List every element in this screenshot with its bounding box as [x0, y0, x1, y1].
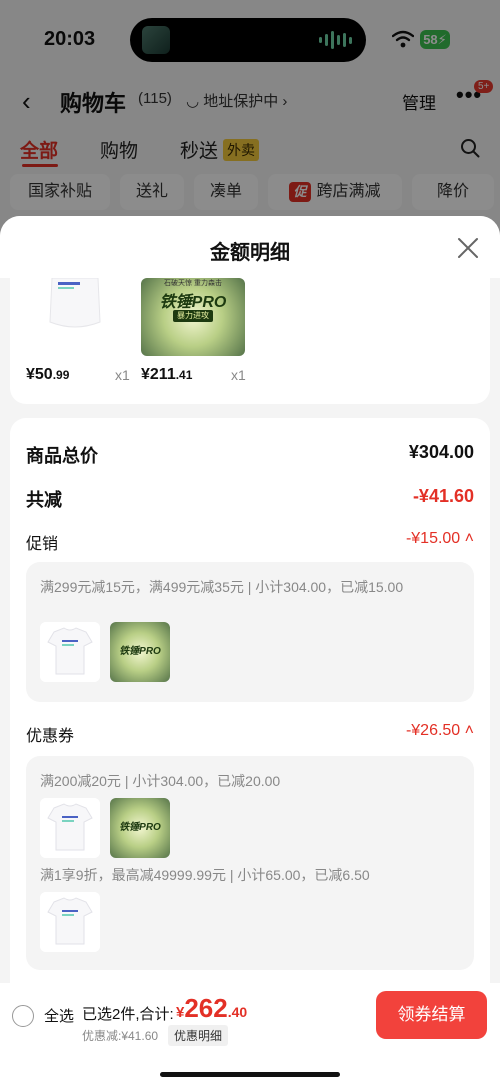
- product-image-shirt[interactable]: [46, 278, 104, 340]
- manage-button[interactable]: 管理: [402, 89, 436, 114]
- coupon-label: 优惠券: [26, 728, 75, 745]
- chip-cross-store-discount[interactable]: 促跨店满减: [268, 174, 402, 210]
- promo-detail-box: 满299元减15元，满499元减35元 | 小计304.00，已减15.00 铁…: [26, 562, 474, 702]
- goods-total-value: ¥304.00: [408, 442, 474, 462]
- chip-gift[interactable]: 送礼: [120, 174, 184, 210]
- coupon-detail-text-1: 满200减20元 | 小计304.00，已减20.00: [40, 773, 281, 789]
- racket-label-line3: 暴力进攻: [173, 310, 213, 322]
- discount-detail-button[interactable]: 优惠明细: [168, 1025, 229, 1046]
- message-badge: 5+: [474, 80, 494, 93]
- app-root: 20:03 58⚡ ‹ 购物车 (115) ◡ 地址保护中 › 管理 ••• 5…: [0, 0, 500, 1087]
- tab-active-underline: [22, 164, 58, 167]
- coupon-thumb-racket: 铁锤PRO: [110, 798, 170, 858]
- promo-toggle[interactable]: -¥15.00 ˄: [406, 530, 474, 548]
- product-price-1-decimal: .99: [52, 368, 70, 382]
- back-arrow-icon[interactable]: ‹: [22, 86, 31, 117]
- total-integer: 262: [184, 993, 228, 1023]
- address-protect-label: 地址保护中 ›: [203, 93, 288, 110]
- coupon-detail-text-2: 满1享9折，最高减49999.99元 | 小计65.00，已减6.50: [40, 867, 370, 883]
- total-reduce-value: -¥41.60: [412, 486, 474, 506]
- cart-nav-bar: ‹ 购物车 (115) ◡ 地址保护中 › 管理 ••• 5+: [0, 80, 500, 120]
- shirt-icon: [40, 622, 100, 682]
- battery-indicator: 58⚡: [420, 30, 450, 49]
- checkout-button[interactable]: 领券结算: [376, 991, 487, 1039]
- chip-national-subsidy[interactable]: 国家补贴: [10, 174, 110, 210]
- audio-wave-icon: [319, 31, 352, 49]
- promo-thumb-shirt: [40, 622, 100, 682]
- close-icon[interactable]: [456, 236, 480, 260]
- select-all-label[interactable]: 全选: [44, 1005, 74, 1026]
- home-indicator: [160, 1072, 340, 1077]
- product-qty-2: x1: [231, 367, 246, 383]
- product-price-1-main: ¥50: [26, 366, 53, 383]
- wifi-icon: [392, 30, 414, 48]
- sheet-title: 金额明细: [210, 242, 290, 264]
- racket-label-line2: 铁锤PRO: [159, 294, 227, 311]
- coupon-detail-box: 满200减20元 | 小计304.00，已减20.00 铁锤PRO 满1享9折，…: [26, 756, 474, 970]
- select-all-checkbox[interactable]: [12, 1005, 34, 1027]
- product-qty-1: x1: [115, 367, 130, 383]
- promo-detail-text: 满299元减15元，满499元减35元 | 小计304.00，已减15.00: [40, 579, 404, 595]
- coupon-thumb-shirt-2: [40, 892, 100, 952]
- amount-detail-sheet: 金额明细 石破天惊 重力森击 铁锤PRO 暴力进攻 ¥50.99 x1 ¥211…: [0, 216, 500, 1087]
- chip-bundle[interactable]: 凑单: [194, 174, 258, 210]
- product-price-2: ¥211.41: [141, 366, 192, 384]
- cart-tabs: 全部 购物 秒送 外卖: [0, 130, 500, 170]
- filter-chips: 国家补贴 送礼 凑单 促跨店满减 降价: [0, 174, 500, 214]
- product-list-card: 石破天惊 重力森击 铁锤PRO 暴力进攻 ¥50.99 x1 ¥211.41 x…: [10, 278, 490, 404]
- product-image-racket[interactable]: 石破天惊 重力森击 铁锤PRO 暴力进攻: [141, 278, 245, 356]
- promo-thumb-racket: 铁锤PRO: [110, 622, 170, 682]
- shirt-icon: [40, 798, 100, 858]
- sheet-header: 金额明细: [0, 216, 500, 278]
- takeout-tag: 外卖: [223, 139, 259, 161]
- total-amount: ¥262.40: [176, 993, 247, 1024]
- search-icon[interactable]: [460, 138, 480, 158]
- address-protect-link[interactable]: ◡ 地址保护中 ›: [186, 90, 287, 111]
- status-bar: 20:03 58⚡: [0, 0, 500, 80]
- coupon-thumb-shirt-1: [40, 798, 100, 858]
- page-title: 购物车: [60, 91, 127, 116]
- racket-label-line1: 石破天惊 重力森击: [164, 280, 222, 287]
- product-price-1: ¥50.99: [26, 366, 69, 384]
- cart-count: (115): [138, 90, 172, 107]
- total-reduce-label: 共减: [26, 490, 62, 510]
- coupon-toggle[interactable]: -¥26.50 ˄: [406, 722, 474, 740]
- battery-level: 58: [423, 32, 438, 47]
- tab-instant-delivery[interactable]: 秒送: [180, 136, 218, 163]
- chip-cross-store-label: 跨店满减: [316, 183, 381, 200]
- total-decimal: .40: [227, 1004, 248, 1020]
- status-time: 20:03: [44, 28, 96, 50]
- promo-thumb-racket-label: 铁锤PRO: [119, 646, 161, 657]
- promo-tag: 促: [289, 182, 311, 202]
- dynamic-island: [130, 18, 366, 62]
- goods-total-label: 商品总价: [26, 446, 98, 466]
- tab-all[interactable]: 全部: [20, 136, 58, 163]
- chip-price-drop[interactable]: 降价: [412, 174, 494, 210]
- product-price-2-decimal: .41: [175, 368, 193, 382]
- media-artwork-icon: [142, 26, 170, 54]
- product-price-2-main: ¥211: [141, 366, 176, 383]
- discount-amount: 优惠减:¥41.60: [82, 1029, 159, 1043]
- tab-shopping[interactable]: 购物: [100, 136, 138, 163]
- promo-label: 促销: [26, 536, 59, 553]
- shirt-icon: [40, 892, 100, 952]
- selected-info: 已选2件,合计:: [82, 1006, 174, 1023]
- coupon-thumb-racket-label: 铁锤PRO: [119, 822, 161, 833]
- shirt-icon: [49, 278, 101, 328]
